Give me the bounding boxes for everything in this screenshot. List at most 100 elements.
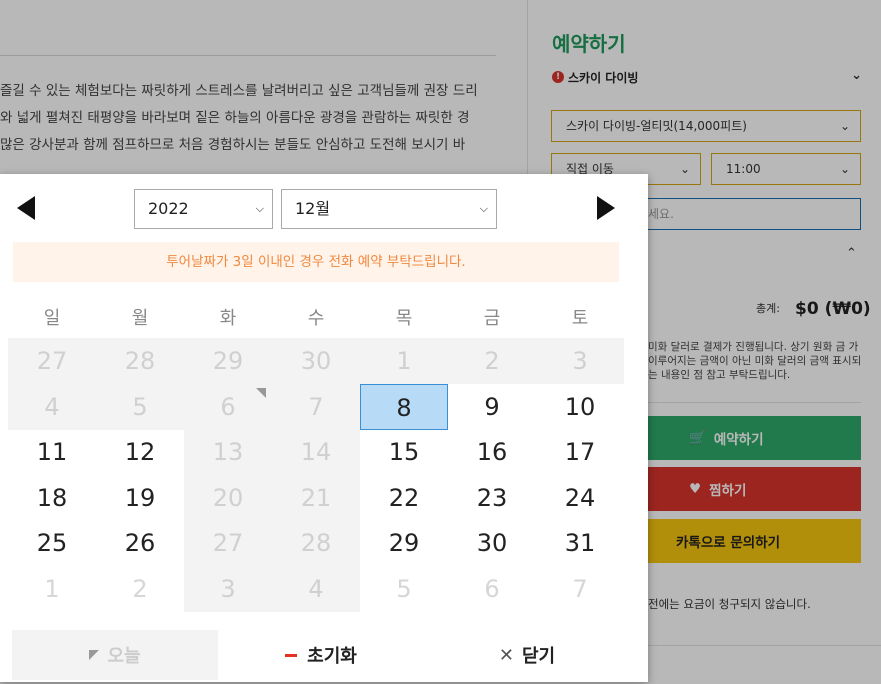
day-cell: 3 <box>184 566 272 612</box>
day-number: 9 <box>484 392 500 421</box>
day-number: 20 <box>212 483 244 512</box>
weekday-label: 수 <box>307 308 325 329</box>
day-number: 28 <box>300 529 332 558</box>
day-number: 11 <box>36 438 68 467</box>
day-number: 29 <box>212 347 244 375</box>
day-number: 18 <box>36 483 68 512</box>
day-number: 6 <box>484 575 500 603</box>
day-cell: 29 <box>184 338 272 384</box>
day-cell: 5 <box>360 566 448 612</box>
day-cell: 30 <box>272 338 360 384</box>
day-cell: 6 <box>448 566 536 612</box>
day-number: 14 <box>300 438 332 467</box>
year-select-value: 2022 <box>148 199 189 218</box>
day-number: 25 <box>36 529 68 558</box>
day-number: 7 <box>572 575 588 603</box>
day-cell: 4 <box>272 566 360 612</box>
month-select-value: 12월 <box>295 199 331 218</box>
day-number: 1 <box>44 575 60 603</box>
day-number: 28 <box>124 347 156 375</box>
day-number: 31 <box>564 529 596 558</box>
day-cell[interactable]: 16 <box>448 429 536 475</box>
day-cell: 4 <box>8 383 96 430</box>
weekday-label: 월 <box>131 308 149 329</box>
day-number: 8 <box>396 393 412 422</box>
next-month-arrow-icon[interactable] <box>597 196 615 220</box>
year-select[interactable]: 2022 ⌵ <box>134 189 273 229</box>
day-cell[interactable]: 30 <box>448 520 536 566</box>
day-cell: 27 <box>184 520 272 567</box>
day-cell: 3 <box>536 338 624 384</box>
day-number: 7 <box>308 392 324 421</box>
weekday-label: 토 <box>571 308 589 329</box>
day-number: 21 <box>300 483 332 512</box>
day-cell[interactable]: 18 <box>8 475 96 521</box>
day-cell[interactable]: 17 <box>536 429 624 475</box>
day-number: 16 <box>476 438 508 467</box>
day-cell[interactable]: 9 <box>448 384 536 430</box>
month-select[interactable]: 12월 ⌵ <box>281 189 497 229</box>
chevron-down-icon: ⌵ <box>479 202 488 215</box>
day-cell[interactable]: 19 <box>96 475 184 521</box>
day-number: 27 <box>212 529 244 558</box>
reset-button[interactable]: 초기화 <box>218 630 424 680</box>
day-cell[interactable]: 26 <box>96 520 184 566</box>
close-button-label: 닫기 <box>521 646 556 667</box>
day-number: 30 <box>476 529 508 558</box>
chevron-down-icon: ⌵ <box>255 202 264 215</box>
weekday-label: 금 <box>483 308 501 329</box>
day-cell: 27 <box>8 338 96 384</box>
day-cell: 6 <box>184 383 272 430</box>
weekday-label: 화 <box>219 308 237 329</box>
day-cell: 2 <box>96 566 184 612</box>
day-cell-selected[interactable]: 8 <box>360 383 448 430</box>
weekday-label: 목 <box>395 308 413 329</box>
date-picker-footer: 오늘 초기화 ✕ 닫기 <box>12 630 630 680</box>
prev-month-arrow-icon[interactable] <box>17 196 35 220</box>
day-cell[interactable]: 10 <box>536 384 624 430</box>
day-number: 23 <box>476 483 508 512</box>
day-cell[interactable]: 24 <box>536 475 624 521</box>
day-cell[interactable]: 23 <box>448 475 536 521</box>
day-cell[interactable]: 25 <box>8 520 96 566</box>
weekday-header: 일 월 화 수 목 금 토 <box>8 304 624 334</box>
day-cell[interactable]: 15 <box>360 429 448 475</box>
day-number: 12 <box>124 438 156 467</box>
day-number: 29 <box>388 529 420 558</box>
day-number: 10 <box>564 392 596 421</box>
day-number: 17 <box>564 438 596 467</box>
day-cell[interactable]: 31 <box>536 520 624 566</box>
day-number: 15 <box>388 438 420 467</box>
today-button[interactable]: 오늘 <box>12 630 218 680</box>
day-cell[interactable]: 29 <box>360 520 448 566</box>
day-cell: 1 <box>8 566 96 612</box>
day-number: 3 <box>220 575 236 603</box>
day-cell: 13 <box>184 429 272 476</box>
today-button-label: 오늘 <box>107 646 141 667</box>
day-number: 24 <box>564 483 596 512</box>
corner-marker-icon <box>89 650 100 660</box>
date-picker: 2022 ⌵ 12월 ⌵ 투어날짜가 3일 이내인 경우 전화 예약 부탁드립니… <box>0 174 648 682</box>
day-cell: 20 <box>184 474 272 521</box>
day-cell[interactable]: 12 <box>96 429 184 475</box>
close-button[interactable]: ✕ 닫기 <box>424 630 630 680</box>
day-cell[interactable]: 22 <box>360 475 448 521</box>
day-number: 6 <box>220 392 236 421</box>
day-number: 27 <box>36 347 68 375</box>
day-number: 26 <box>124 529 156 558</box>
day-cell: 7 <box>536 566 624 612</box>
day-number: 13 <box>212 438 244 467</box>
day-number: 5 <box>132 392 148 421</box>
day-number: 19 <box>124 483 156 512</box>
day-cell: 1 <box>360 338 448 384</box>
day-number: 3 <box>572 347 588 375</box>
minus-icon <box>285 653 298 657</box>
day-cell: 14 <box>272 429 360 476</box>
day-cell: 28 <box>272 520 360 567</box>
day-cell: 2 <box>448 338 536 384</box>
day-number: 4 <box>44 392 60 421</box>
day-number: 1 <box>396 347 412 375</box>
weekday-label: 일 <box>43 308 61 329</box>
day-number: 5 <box>396 575 412 603</box>
day-cell[interactable]: 11 <box>8 429 96 475</box>
